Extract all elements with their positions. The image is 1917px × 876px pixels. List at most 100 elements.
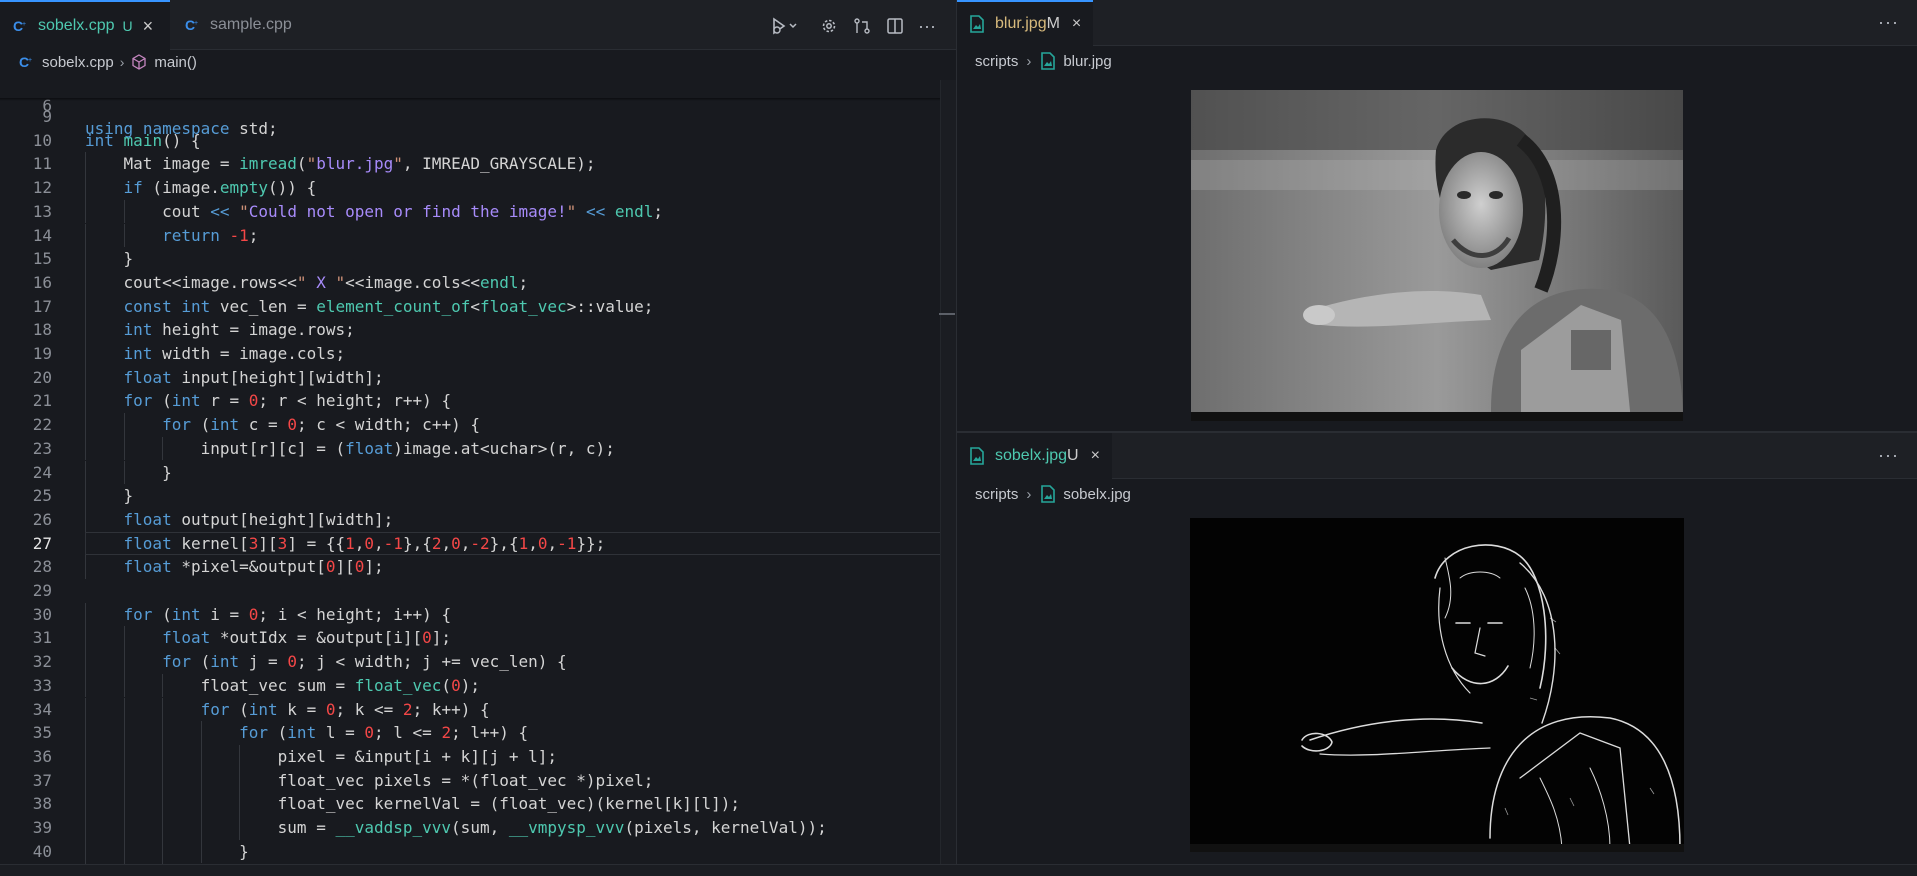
code-text: float_vec sum = float_vec(0);	[85, 675, 480, 695]
code-text: for (int l = 0; l <= 2; l++) {	[239, 723, 529, 743]
more-actions-icon[interactable]: ···	[916, 15, 938, 37]
code-line[interactable]: 26 float output[height][width];	[0, 507, 940, 532]
line-number: 18	[32, 320, 52, 340]
code-line[interactable]: 29	[0, 579, 940, 603]
line-number: 26	[32, 509, 52, 529]
code-text: }	[85, 486, 134, 506]
code-line[interactable]: 17 const int vec_len = element_count_of<…	[0, 294, 940, 319]
line-number: 27	[32, 533, 52, 553]
code-line[interactable]: 11 Mat image = imread("blur.jpg", IMREAD…	[0, 152, 940, 177]
more-actions-icon[interactable]: ···	[1878, 445, 1899, 466]
code-line[interactable]: 12 if (image.empty()) {	[0, 176, 940, 200]
source-control-compare-icon[interactable]	[851, 15, 873, 37]
code-text: cout << "Could not open or find the imag…	[85, 201, 664, 221]
code-line[interactable]: 20 float input[height][width];	[0, 365, 940, 390]
code-line[interactable]: 40 }	[0, 839, 940, 864]
code-text: Mat image = imread("blur.jpg", IMREAD_GR…	[85, 154, 596, 174]
line-number: 34	[32, 699, 52, 719]
close-icon[interactable]: ×	[1091, 447, 1100, 465]
code-text: }	[85, 462, 172, 482]
code-line[interactable]: 22 for (int c = 0; c < width; c++) {	[0, 413, 940, 437]
split-editor-icon[interactable]	[884, 15, 906, 37]
breadcrumb-file[interactable]: sobelx.jpg	[1063, 486, 1131, 503]
code-line[interactable]: 39 sum = __vaddsp_vvv(sum, __vmpysp_vvv(…	[0, 816, 940, 840]
tab-sobelx-cpp[interactable]: C + sobelx.cpp U ×	[0, 0, 170, 50]
code-line[interactable]: 35 for (int l = 0; l <= 2; l++) {	[0, 721, 940, 745]
code-line[interactable]: 25 }	[0, 484, 940, 508]
chevron-right-icon: ›	[1026, 485, 1032, 503]
code-line[interactable]: 21 for (int r = 0; r < height; r++) {	[0, 389, 940, 414]
code-text: float input[height][width];	[123, 367, 384, 387]
line-number: 20	[32, 367, 52, 387]
tab-label: sobelx.jpg	[995, 447, 1068, 464]
breadcrumb-file[interactable]: blur.jpg	[1063, 53, 1111, 70]
code-line[interactable]: 37 float_vec pixels = *(float_vec *)pixe…	[0, 768, 940, 793]
code-line[interactable]: 18 int height = image.rows;	[0, 318, 940, 342]
code-line[interactable]: 13 cout << "Could not open or find the i…	[0, 199, 940, 224]
code-line[interactable]: 16 cout<<image.rows<<" X "<<image.cols<<…	[0, 270, 940, 295]
settings-gear-icon[interactable]	[818, 15, 840, 37]
untracked-badge: U	[122, 18, 133, 34]
code-line[interactable]: 32 for (int j = 0; j < width; j += vec_l…	[0, 650, 940, 674]
image-tab-bar: blur.jpg M × ···	[957, 0, 1917, 46]
code-line[interactable]: 14 return -1;	[0, 223, 940, 248]
code-line[interactable]: 10 int main() {	[0, 129, 940, 153]
code-area[interactable]: 6 using namespace std; 9 10 int main() {11…	[0, 74, 940, 864]
cpp-file-icon: C +	[18, 53, 36, 71]
breadcrumb: scripts › sobelx.jpg	[975, 485, 1131, 503]
close-icon[interactable]: ×	[143, 17, 154, 35]
tab-sobelx-jpg[interactable]: sobelx.jpg U ×	[957, 433, 1112, 479]
sticky-scroll-line[interactable]: 6 using namespace std;	[0, 74, 940, 138]
line-number: 14	[32, 225, 52, 245]
line-number: 39	[32, 818, 52, 837]
status-bar	[0, 864, 1917, 876]
line-number: 38	[32, 794, 52, 814]
line-number: 24	[32, 462, 52, 482]
code-line[interactable]: 19 int width = image.cols;	[0, 342, 940, 366]
code-text: float output[height][width];	[123, 509, 394, 529]
code-line[interactable]: 36 pixel = &input[i + k][j + l];	[0, 744, 940, 769]
code-line[interactable]: 28 float *pixel=&output[0][0];	[0, 555, 940, 579]
code-line[interactable]: 24 }	[0, 460, 940, 485]
code-text: }	[85, 841, 249, 861]
line-number: 29	[32, 581, 52, 600]
line-number: 19	[32, 344, 52, 363]
sobel-edge-photo	[1190, 518, 1684, 852]
breadcrumb-file[interactable]: sobelx.cpp	[42, 54, 114, 71]
code-text: float *outIdx = &output[i][0];	[162, 628, 452, 648]
line-number: 16	[32, 272, 52, 292]
code-line[interactable]: 9	[0, 105, 940, 129]
code-line[interactable]: 33 float_vec sum = float_vec(0);	[0, 673, 940, 698]
code-line[interactable]: 34 for (int k = 0; k <= 2; k++) {	[0, 697, 940, 722]
breadcrumb-folder[interactable]: scripts	[975, 486, 1018, 503]
scroll-marker	[939, 313, 955, 315]
code-line[interactable]: 31 float *outIdx = &output[i][0];	[0, 626, 940, 651]
code-line[interactable]: 38 float_vec kernelVal = (float_vec)(ker…	[0, 792, 940, 816]
grayscale-photo	[1191, 90, 1683, 421]
vertical-scrollbar[interactable]	[940, 80, 956, 864]
code-line[interactable]: 30 for (int i = 0; i < height; i++) {	[0, 602, 940, 627]
untracked-badge: U	[1067, 447, 1079, 464]
tab-blur-jpg[interactable]: blur.jpg M ×	[957, 0, 1094, 46]
more-actions-icon[interactable]: ···	[1878, 12, 1899, 33]
breadcrumb-symbol[interactable]: main()	[154, 54, 197, 71]
code-line[interactable]: 27 float kernel[3][3] = {{1,0,-1},{2,0,-…	[0, 531, 940, 556]
line-number: 23	[32, 438, 52, 458]
breadcrumb-folder[interactable]: scripts	[975, 53, 1018, 70]
line-number: 35	[32, 723, 52, 743]
code-text: const int vec_len = element_count_of<flo…	[123, 296, 654, 316]
code-line[interactable]: 23 input[r][c] = (float)image.at<uchar>(…	[0, 436, 940, 461]
run-debug-icon[interactable]	[768, 15, 802, 37]
line-number: 15	[32, 249, 52, 269]
close-icon[interactable]: ×	[1072, 15, 1081, 33]
cpp-file-icon: C +	[12, 17, 30, 35]
tab-sample-cpp[interactable]: C + sample.cpp	[172, 0, 304, 50]
code-line[interactable]: 15 }	[0, 247, 940, 271]
code-text: int main() {	[85, 130, 201, 150]
image-file-icon	[1039, 52, 1057, 70]
line-number: 9	[42, 107, 52, 126]
line-number: 37	[32, 770, 52, 790]
breadcrumb: scripts › blur.jpg	[975, 52, 1112, 70]
line-number: 28	[32, 557, 52, 577]
code-text: if (image.empty()) {	[123, 178, 317, 198]
